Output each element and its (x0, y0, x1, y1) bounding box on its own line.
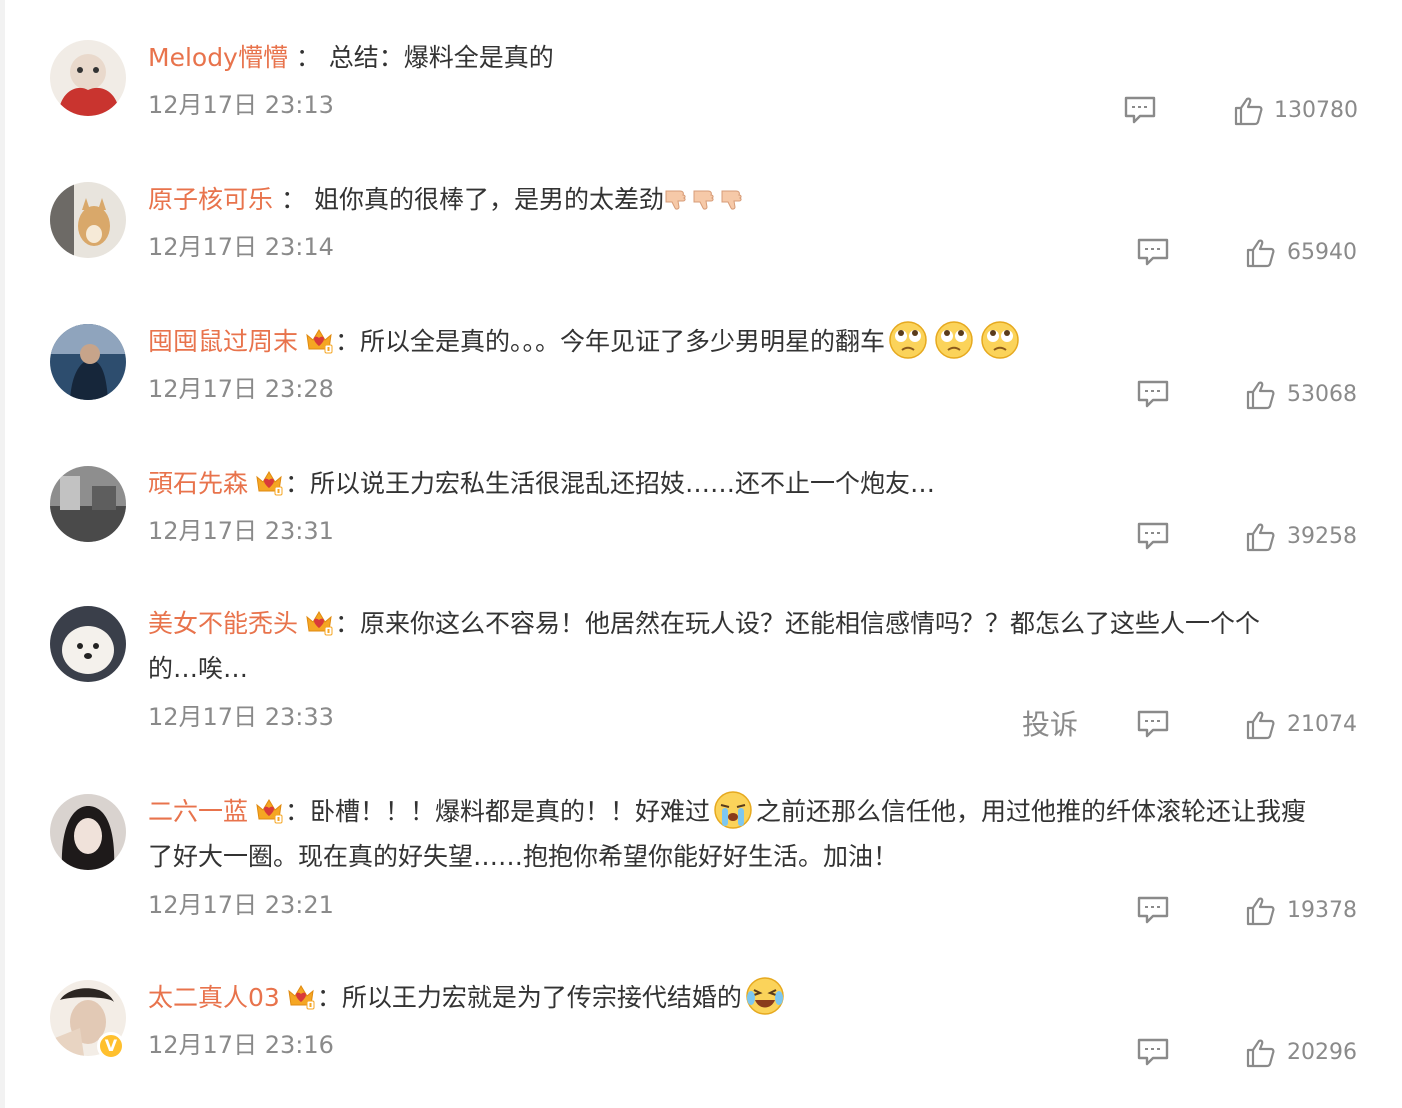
username-link[interactable]: 太二真人03 (148, 983, 280, 1012)
separator: ： (316, 983, 342, 1012)
like-count: 19378 (1287, 898, 1357, 923)
rolling-eyes-emoji (934, 320, 974, 360)
timestamp: 12月17日 23:31 (148, 517, 334, 545)
timestamp: 12月17日 23:14 (148, 233, 334, 261)
timestamp: 12月17日 23:28 (148, 375, 334, 403)
comment-text: 原来你这么不容易！他居然在玩人设？还能相信感情吗？？都怎么了这些人一个个 (360, 609, 1261, 638)
separator: ： (285, 469, 311, 498)
comment-body: 太二真人03 ：所以王力宏就是为了传宗接代结婚的 (148, 975, 1373, 1020)
rolling-eyes-emoji (980, 320, 1020, 360)
thumbs-up-icon[interactable] (1245, 380, 1275, 410)
comment-text-continued: 的…唉… (148, 654, 249, 683)
vip-crown-badge-icon[interactable] (254, 467, 284, 497)
comment-body: 頑石先森 ：所以说王力宏私生活很混乱还招妓……还不止一个炮友… (148, 461, 1373, 506)
separator: ： (335, 327, 361, 356)
avatar[interactable] (50, 40, 126, 116)
separator: ： (280, 185, 306, 214)
comment-bubble-icon[interactable] (1123, 95, 1157, 125)
thumbs-down-emoji (692, 185, 720, 213)
username-link[interactable]: 二六一蓝 (148, 797, 248, 826)
thumbs-up-icon[interactable] (1245, 1038, 1275, 1068)
separator: ： (335, 609, 361, 638)
username-link[interactable]: 美女不能秃头 (148, 609, 298, 638)
timestamp: 12月17日 23:16 (148, 1031, 334, 1059)
comment-body: 美女不能秃头 ：原来你这么不容易！他居然在玩人设？还能相信感情吗？？都怎么了这些人… (148, 601, 1373, 646)
avatar[interactable] (50, 466, 126, 542)
comment-text: 所以说王力宏私生活很混乱还招妓……还不止一个炮友… (310, 469, 936, 498)
vip-crown-badge-icon[interactable] (304, 325, 334, 355)
timestamp: 12月17日 23:21 (148, 891, 334, 919)
comment-body: Melody懵懵 ： 总结：爆料全是真的 (148, 35, 1373, 80)
timestamp: 12月17日 23:33 (148, 703, 334, 731)
like-count: 20296 (1287, 1040, 1357, 1065)
comment-body: 二六一蓝 ：卧槽！！！爆料都是真的！！好难过 之前还那么信任他，用过他推的纤体滚轮还… (148, 789, 1373, 834)
vip-crown-badge-icon[interactable] (304, 607, 334, 637)
like-count: 130780 (1274, 98, 1358, 123)
separator: ： (285, 797, 311, 826)
comment-text: 所以王力宏就是为了传宗接代结婚的 (341, 983, 742, 1012)
report-link[interactable]: 投诉 (1022, 708, 1078, 742)
like-count: 53068 (1287, 382, 1357, 407)
avatar[interactable] (50, 182, 126, 258)
username-link[interactable]: 囤囤鼠过周末 (148, 327, 298, 356)
comment-text: 所以全是真的。。。今年见证了多少男明星的翻车 (360, 327, 886, 356)
thumbs-up-icon[interactable] (1245, 522, 1275, 552)
like-count: 65940 (1287, 240, 1357, 265)
comment-bubble-icon[interactable] (1136, 237, 1170, 267)
username-link[interactable]: Melody懵懵 (148, 43, 288, 72)
comment-bubble-icon[interactable] (1136, 379, 1170, 409)
comment-bubble-icon[interactable] (1136, 1037, 1170, 1067)
comment-body: 囤囤鼠过周末 ：所以全是真的。。。今年见证了多少男明星的翻车 (148, 319, 1373, 364)
like-count: 39258 (1287, 524, 1357, 549)
comment-text: 姐你真的很棒了，是男的太差劲 (313, 185, 664, 214)
comment-bubble-icon[interactable] (1136, 709, 1170, 739)
thumbs-up-icon[interactable] (1245, 896, 1275, 926)
comment-text: 之前还那么信任他，用过他推的纤体滚轮还让我瘦 (756, 797, 1307, 826)
crying-emoji (713, 790, 753, 830)
thumbs-down-emoji (720, 185, 748, 213)
timestamp: 12月17日 23:13 (148, 91, 334, 119)
left-edge-divider (0, 0, 5, 1108)
avatar[interactable] (50, 794, 126, 870)
avatar[interactable] (50, 606, 126, 682)
comment-body: 原子核可乐 ： 姐你真的很棒了，是男的太差劲 (148, 177, 1373, 222)
comment-text-continued: 了好大一圈。现在真的好失望……抱抱你希望你能好好生活。加油！ (148, 842, 899, 871)
comment-text: 总结：爆料全是真的 (328, 43, 554, 72)
username-link[interactable]: 原子核可乐 (148, 185, 273, 214)
separator: ： (295, 43, 321, 72)
verified-badge-icon: V (97, 1032, 125, 1060)
username-link[interactable]: 頑石先森 (148, 469, 248, 498)
thumbs-up-icon[interactable] (1245, 238, 1275, 268)
laughing-crying-emoji (745, 976, 785, 1016)
vip-crown-badge-icon[interactable] (286, 981, 316, 1011)
comment-text: 卧槽！！！爆料都是真的！！好难过 (310, 797, 711, 826)
thumbs-up-icon[interactable] (1245, 710, 1275, 740)
comment-bubble-icon[interactable] (1136, 521, 1170, 551)
vip-crown-badge-icon[interactable] (254, 795, 284, 825)
thumbs-down-emoji (664, 185, 692, 213)
like-count: 21074 (1287, 712, 1357, 737)
thumbs-up-icon[interactable] (1233, 96, 1263, 126)
comment-bubble-icon[interactable] (1136, 895, 1170, 925)
rolling-eyes-emoji (888, 320, 928, 360)
avatar[interactable] (50, 324, 126, 400)
